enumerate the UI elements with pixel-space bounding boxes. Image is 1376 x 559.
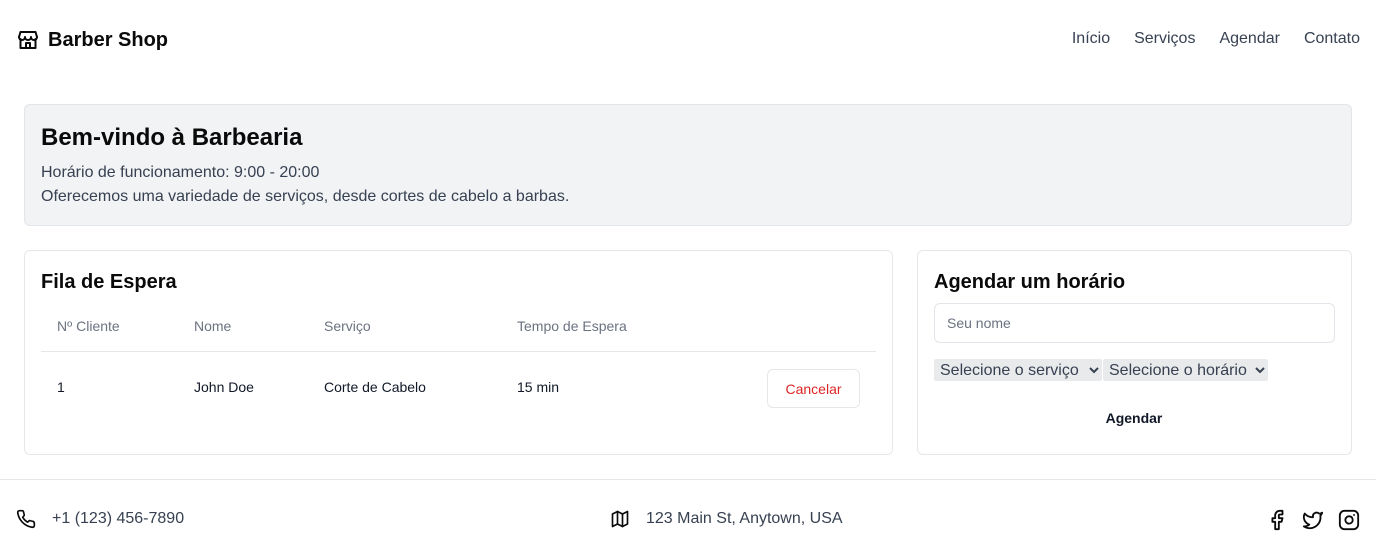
nav-agendar[interactable]: Agendar [1219,30,1280,48]
store-icon [18,31,38,49]
footer-phone: +1 (123) 456-7890 [16,509,184,529]
col-client-number: Nº Cliente [57,318,120,334]
service-select[interactable]: Selecione o serviço [934,359,1102,381]
welcome-description: Oferecemos uma variedade de serviços, de… [41,188,570,205]
cell-service: Corte de Cabelo [324,379,426,395]
table-divider [41,351,876,352]
col-wait-time: Tempo de Espera [517,318,627,334]
brand-name: Barber Shop [48,28,169,51]
facebook-icon[interactable] [1266,509,1288,531]
col-service: Serviço [324,318,371,334]
brand[interactable]: Barber Shop [16,27,168,53]
time-select[interactable]: Selecione o horário [1103,359,1268,381]
main-nav: Início Serviços Agendar Contato [1072,30,1360,48]
queue-title: Fila de Espera [41,271,177,293]
nav-servicos[interactable]: Serviços [1134,30,1195,48]
cell-wait: 15 min [517,379,560,395]
footer-address: 123 Main St, Anytown, USA [610,509,843,529]
welcome-title: Bem-vindo à Barbearia [41,124,303,151]
cell-number: 1 [57,379,65,395]
twitter-icon[interactable] [1302,509,1324,531]
queue-card: Fila de Espera [24,250,893,455]
nav-inicio[interactable]: Início [1072,30,1110,48]
schedule-button[interactable]: Agendar [1084,405,1184,431]
cell-name: John Doe [194,379,254,395]
address-text: 123 Main St, Anytown, USA [646,510,843,527]
phone-icon [16,509,36,529]
social-links [1266,509,1360,531]
name-input[interactable] [934,303,1335,343]
welcome-panel: Bem-vindo à Barbearia Horário de funcion… [24,104,1352,226]
phone-number: +1 (123) 456-7890 [52,510,185,527]
nav-contato[interactable]: Contato [1304,30,1360,48]
booking-title: Agendar um horário [934,271,1126,293]
instagram-icon[interactable] [1338,509,1360,531]
header: Barber Shop Início Serviços Agendar Cont… [0,0,1376,80]
map-icon [611,510,629,528]
cancel-button[interactable]: Cancelar [767,369,860,408]
opening-hours: Horário de funcionamento: 9:00 - 20:00 [41,164,320,181]
col-name: Nome [194,318,232,334]
